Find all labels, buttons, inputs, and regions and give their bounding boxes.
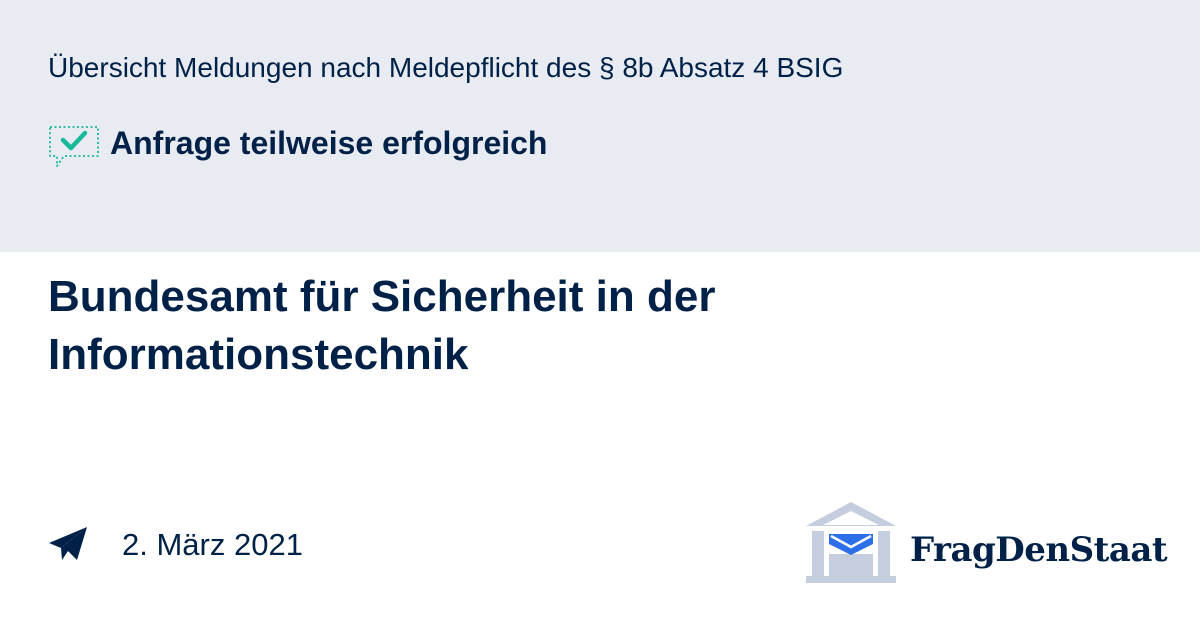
- authority-name: Bundesamt für Sicherheit in der Informat…: [48, 272, 716, 379]
- request-date: 2. März 2021: [122, 527, 303, 562]
- header-band: Übersicht Meldungen nach Meldepflicht de…: [0, 0, 1200, 252]
- paper-plane-icon: [49, 527, 87, 560]
- request-status: Anfrage teilweise erfolgreich: [48, 124, 547, 170]
- request-title: Übersicht Meldungen nach Meldepflicht de…: [48, 52, 844, 83]
- status-label: Anfrage teilweise erfolgreich: [110, 125, 548, 161]
- brand-name: FragDenStaat: [910, 530, 1168, 570]
- building-envelope-logo: [806, 502, 896, 583]
- brand: FragDenStaat: [804, 500, 1168, 584]
- request-date-row: 2. März 2021: [48, 522, 303, 568]
- speech-bubble-check-icon: [49, 126, 99, 167]
